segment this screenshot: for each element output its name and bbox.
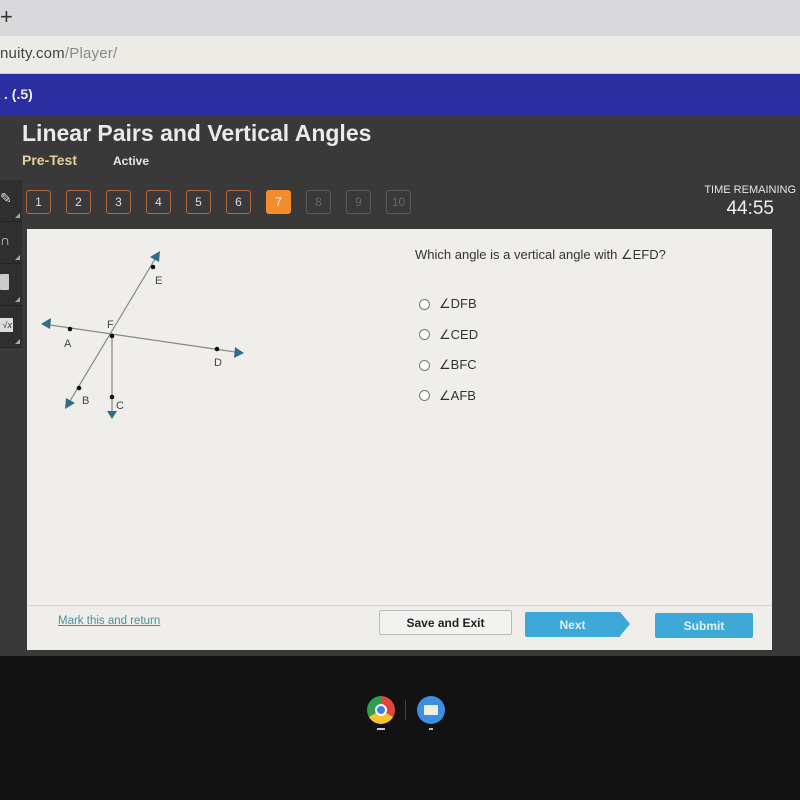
- arrow-up-icon: [150, 251, 160, 262]
- plus-icon[interactable]: +: [0, 4, 13, 30]
- radio-button[interactable]: [419, 329, 430, 341]
- tool-expand-icon: [15, 255, 20, 260]
- question-button[interactable]: 6: [226, 190, 251, 214]
- files-icon[interactable]: [417, 696, 445, 724]
- submit-button[interactable]: Submit: [655, 613, 753, 638]
- question-button-locked: 10: [386, 190, 411, 214]
- tool-expand-icon: [15, 213, 20, 218]
- answer-choice-label: ∠AFB: [439, 387, 476, 403]
- answer-choice[interactable]: ∠DFB: [419, 289, 478, 320]
- pencil-tool[interactable]: ✎: [0, 180, 22, 222]
- point-d: [214, 346, 220, 352]
- label-a: A: [64, 338, 72, 350]
- taskbar: [0, 656, 800, 800]
- url-path: /Player/: [64, 45, 118, 62]
- question-button-current[interactable]: 7: [266, 190, 291, 214]
- save-and-exit-button[interactable]: Save and Exit: [379, 610, 512, 635]
- geometry-diagram: E F A D B C: [41, 251, 244, 419]
- question-prompt: Which angle is a vertical angle with ∠EF…: [415, 247, 666, 262]
- calculator-tool[interactable]: [0, 264, 22, 306]
- formula-icon: √x: [0, 318, 13, 332]
- point-c: [109, 394, 115, 400]
- answer-choices: ∠DFB ∠CED ∠BFC ∠AFB: [419, 289, 478, 411]
- answer-choice-label: ∠DFB: [439, 296, 477, 312]
- tool-rail: ✎ ∩ √x: [0, 180, 24, 350]
- arrow-left-icon: [41, 318, 51, 329]
- question-button-locked: 9: [346, 190, 371, 214]
- next-arrow-icon: [620, 612, 630, 636]
- label-f: F: [107, 319, 114, 331]
- url-domain: nuity.com: [0, 45, 65, 62]
- answer-choice[interactable]: ∠BFC: [419, 350, 478, 381]
- footer-divider: [27, 605, 772, 606]
- arrow-right-icon: [234, 347, 244, 358]
- course-header-bar: . (.5): [0, 74, 800, 116]
- arrow-down-left-icon: [65, 398, 75, 409]
- taskbar-divider: [405, 700, 406, 720]
- lesson-title: Linear Pairs and Vertical Angles: [22, 120, 372, 146]
- answer-choice-label: ∠BFC: [439, 357, 477, 373]
- point-e: [150, 264, 156, 270]
- formula-tool[interactable]: √x: [0, 306, 22, 348]
- browser-tab-strip: +: [0, 0, 800, 36]
- next-button[interactable]: Next: [525, 612, 630, 637]
- chrome-icon[interactable]: [367, 696, 395, 724]
- chrome-icon-center: [375, 704, 387, 716]
- audio-tool[interactable]: ∩: [0, 222, 22, 264]
- answer-choice[interactable]: ∠CED: [419, 320, 478, 351]
- next-button-label: Next: [559, 617, 586, 632]
- point-a: [67, 326, 73, 332]
- point-b: [76, 385, 82, 391]
- headphones-icon: ∩: [0, 232, 11, 248]
- mark-and-return-link[interactable]: Mark this and return: [58, 615, 160, 627]
- question-button[interactable]: 1: [26, 190, 51, 214]
- question-button-locked: 8: [306, 190, 331, 214]
- tool-expand-icon: [15, 339, 20, 344]
- course-header-title: . (.5): [4, 86, 33, 102]
- address-bar[interactable]: nuity.com/Player/: [0, 36, 800, 74]
- timer-label: TIME REMAINING: [704, 184, 796, 196]
- point-f: [109, 333, 115, 339]
- answer-choice[interactable]: ∠AFB: [419, 381, 478, 412]
- folder-icon: [424, 705, 438, 715]
- question-button[interactable]: 5: [186, 190, 211, 214]
- running-indicator: [377, 728, 385, 730]
- running-indicator: [429, 728, 433, 730]
- pencil-icon: ✎: [0, 190, 12, 206]
- activity-mode: Pre-Test: [22, 152, 77, 168]
- question-navigator: 1 2 3 4 5 6 7 8 9 10: [26, 190, 426, 214]
- label-e: E: [155, 275, 162, 287]
- radio-button[interactable]: [419, 298, 430, 310]
- timer-value: 44:55: [726, 198, 774, 219]
- radio-button[interactable]: [419, 390, 430, 402]
- label-d: D: [214, 357, 222, 369]
- question-button[interactable]: 4: [146, 190, 171, 214]
- calculator-icon: [0, 274, 9, 290]
- url-text[interactable]: nuity.com/Player/: [0, 45, 117, 62]
- answer-choice-label: ∠CED: [439, 326, 479, 342]
- screen: + nuity.com/Player/ . (.5) Linear Pairs …: [0, 0, 800, 800]
- question-button[interactable]: 3: [106, 190, 131, 214]
- label-c: C: [116, 400, 124, 412]
- question-panel: E F A D B C Which angle is a vertical an…: [27, 229, 772, 650]
- question-button[interactable]: 2: [66, 190, 91, 214]
- label-b: B: [82, 395, 89, 407]
- activity-status: Active: [113, 154, 150, 168]
- tool-expand-icon: [15, 297, 20, 302]
- radio-button[interactable]: [419, 359, 430, 371]
- arrow-down-icon: [107, 411, 117, 419]
- line-ad: [42, 323, 243, 354]
